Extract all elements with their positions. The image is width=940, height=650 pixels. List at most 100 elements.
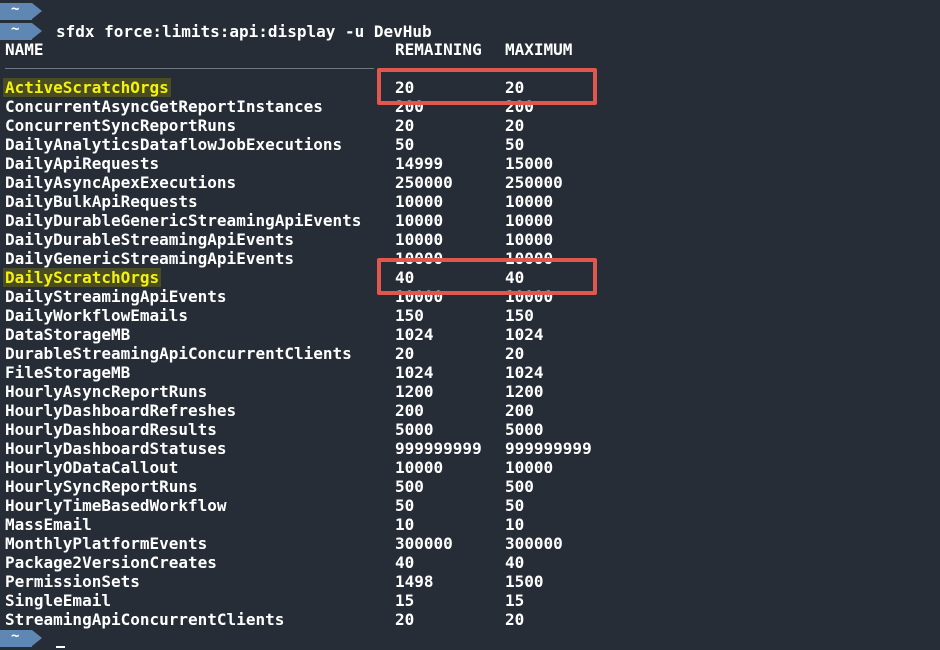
- limit-name: DailyDurableGenericStreamingApiEvents: [5, 211, 362, 230]
- limit-name: StreamingApiConcurrentClients: [5, 610, 285, 629]
- table-row: DailyBulkApiRequests 10000 10000: [0, 192, 940, 211]
- limit-remaining: 999999999: [395, 439, 482, 458]
- table-row: Package2VersionCreates 40 40: [0, 553, 940, 572]
- limit-maximum: 50: [505, 496, 525, 515]
- limit-remaining: 20: [395, 610, 415, 629]
- limit-name: DailyScratchOrgs: [5, 268, 160, 287]
- limit-maximum: 20: [505, 610, 525, 629]
- limit-name: ActiveScratchOrgs: [5, 78, 169, 97]
- limit-name: Package2VersionCreates: [5, 553, 217, 572]
- limit-name: HourlyAsyncReportRuns: [5, 382, 208, 401]
- limit-maximum: 200: [505, 401, 534, 420]
- limit-remaining: 50: [395, 496, 415, 515]
- limit-maximum: 10000: [505, 230, 554, 249]
- limit-maximum: 50: [505, 135, 525, 154]
- limit-maximum: 1024: [505, 363, 544, 382]
- limit-remaining: 10000: [395, 192, 444, 211]
- limit-remaining: 1024: [395, 325, 434, 344]
- prompt-badge: ~: [0, 628, 42, 647]
- limit-remaining: 20: [395, 116, 415, 135]
- limit-maximum: 150: [505, 306, 534, 325]
- limit-remaining: 1200: [395, 382, 434, 401]
- limit-maximum: 5000: [505, 420, 544, 439]
- table-row: DataStorageMB 1024 1024: [0, 325, 940, 344]
- table-row: HourlyDashboardStatuses 999999999 99999999…: [0, 439, 940, 458]
- table-row: MassEmail 10 10: [0, 515, 940, 534]
- limit-remaining: 300000: [395, 534, 453, 553]
- limit-remaining: 10000: [395, 458, 444, 477]
- limit-maximum: 15: [505, 591, 525, 610]
- limit-remaining: 10: [395, 515, 415, 534]
- limit-maximum: 20: [505, 344, 525, 363]
- table-row: DailyApiRequests 14999 15000: [0, 154, 940, 173]
- prompt-badge: ~: [0, 21, 42, 40]
- table-row: DailyAsyncApexExecutions 250000 250000: [0, 173, 940, 192]
- limit-maximum: 20: [505, 116, 525, 135]
- limit-name: DailyDurableStreamingApiEvents: [5, 230, 294, 249]
- limit-maximum: 10000: [505, 458, 554, 477]
- table-row: SingleEmail 15 15: [0, 591, 940, 610]
- limit-maximum: 40: [505, 553, 525, 572]
- table-row: PermissionSets 1498 1500: [0, 572, 940, 591]
- annotation-box-daily-scratch-orgs: [377, 258, 597, 295]
- limit-name: PermissionSets: [5, 572, 140, 591]
- table-row: HourlyDashboardRefreshes 200 200: [0, 401, 940, 420]
- limits-table: ActiveScratchOrgs 20 20 ConcurrentAsyncGetR…: [0, 78, 940, 629]
- limit-remaining: 10000: [395, 230, 444, 249]
- prompt-tilde: ~: [11, 1, 20, 17]
- limit-remaining: 150: [395, 306, 424, 325]
- limit-name: HourlyDashboardStatuses: [5, 439, 227, 458]
- limit-name: DailyStreamingApiEvents: [5, 287, 227, 306]
- limit-name: SingleEmail: [5, 591, 111, 610]
- limit-name: HourlyODataCallout: [5, 458, 179, 477]
- column-header-remaining: REMAINING: [395, 40, 482, 59]
- limit-name: DailyBulkApiRequests: [5, 192, 198, 211]
- header-underline: [5, 68, 374, 69]
- limit-name: DailyApiRequests: [5, 154, 160, 173]
- limit-remaining: 250000: [395, 173, 453, 192]
- limit-maximum: 10000: [505, 192, 554, 211]
- limit-name: DailyGenericStreamingApiEvents: [5, 249, 294, 268]
- column-header-maximum: MAXIMUM: [505, 40, 573, 59]
- annotation-box-active-scratch-orgs: [377, 68, 597, 105]
- limit-name: ConcurrentSyncReportRuns: [5, 116, 237, 135]
- limit-remaining: 5000: [395, 420, 434, 439]
- table-row: HourlyTimeBasedWorkflow 50 50: [0, 496, 940, 515]
- limit-name: DurableStreamingApiConcurrentClients: [5, 344, 352, 363]
- table-row: DailyWorkflowEmails 150 150: [0, 306, 940, 325]
- limit-name: HourlyDashboardResults: [5, 420, 217, 439]
- limit-remaining: 14999: [395, 154, 444, 173]
- limit-remaining: 50: [395, 135, 415, 154]
- prompt-tilde: ~: [11, 21, 20, 37]
- limit-name: FileStorageMB: [5, 363, 131, 382]
- limit-remaining: 1498: [395, 572, 434, 591]
- limit-name: DailyWorkflowEmails: [5, 306, 189, 325]
- limit-name: MonthlyPlatformEvents: [5, 534, 208, 553]
- limit-remaining: 20: [395, 344, 415, 363]
- limit-remaining: 200: [395, 401, 424, 420]
- limit-maximum: 999999999: [505, 439, 592, 458]
- prompt-badge: ~: [0, 1, 42, 20]
- limit-remaining: 15: [395, 591, 415, 610]
- limit-maximum: 1024: [505, 325, 544, 344]
- limit-name: HourlyDashboardRefreshes: [5, 401, 237, 420]
- limit-maximum: 500: [505, 477, 534, 496]
- table-row: HourlyODataCallout 10000 10000: [0, 458, 940, 477]
- table-row: HourlyDashboardResults 5000 5000: [0, 420, 940, 439]
- limit-name: DailyAnalyticsDataflowJobExecutions: [5, 135, 343, 154]
- table-row: HourlySyncReportRuns 500 500: [0, 477, 940, 496]
- command-line: sfdx force:limits:api:display -u DevHub: [56, 22, 432, 41]
- table-row: StreamingApiConcurrentClients 20 20: [0, 610, 940, 629]
- limit-maximum: 10: [505, 515, 525, 534]
- table-row: DailyDurableStreamingApiEvents 10000 10000: [0, 230, 940, 249]
- column-header-name: NAME: [5, 40, 44, 59]
- limit-name: MassEmail: [5, 515, 92, 534]
- limit-maximum: 15000: [505, 154, 554, 173]
- limit-name: HourlySyncReportRuns: [5, 477, 198, 496]
- limit-remaining: 1024: [395, 363, 434, 382]
- terminal-cursor[interactable]: [56, 646, 65, 648]
- limit-maximum: 300000: [505, 534, 563, 553]
- table-row: MonthlyPlatformEvents 300000 300000: [0, 534, 940, 553]
- limit-remaining: 10000: [395, 211, 444, 230]
- limit-maximum: 1200: [505, 382, 544, 401]
